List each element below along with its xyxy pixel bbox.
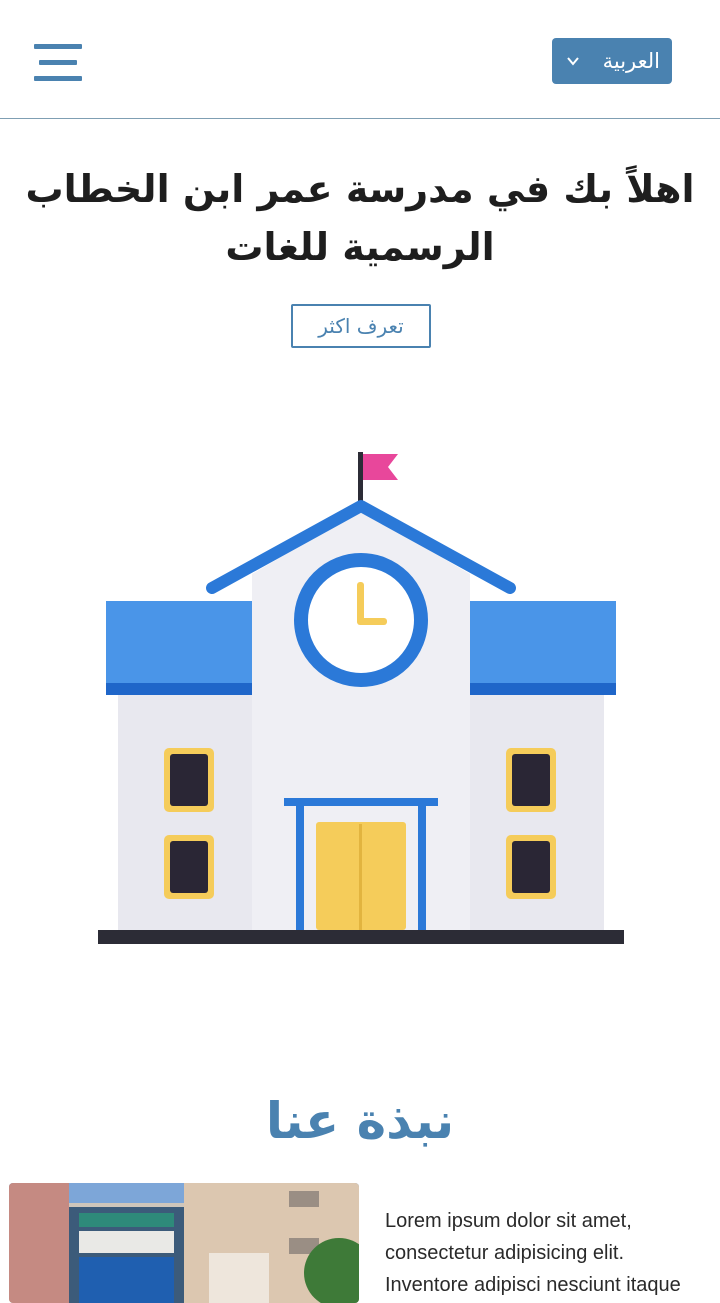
top-header: العربية xyxy=(0,0,720,119)
school-building-illustration xyxy=(98,452,624,944)
language-selected-value: العربية xyxy=(602,49,660,73)
hamburger-icon xyxy=(34,44,82,49)
chevron-down-icon xyxy=(567,57,579,66)
about-section-title: نبذة عنا xyxy=(265,1092,455,1150)
hamburger-menu-button[interactable] xyxy=(34,44,82,84)
learn-more-button[interactable]: تعرف اكثر xyxy=(291,304,431,348)
about-description: Lorem ipsum dolor sit amet, consectetur … xyxy=(385,1210,681,1296)
school-photo xyxy=(9,1183,359,1303)
language-select[interactable]: العربية xyxy=(552,38,672,84)
hero-title: اهلاً بك في مدرسة عمر ابن الخطاب الرسمية… xyxy=(25,167,695,269)
